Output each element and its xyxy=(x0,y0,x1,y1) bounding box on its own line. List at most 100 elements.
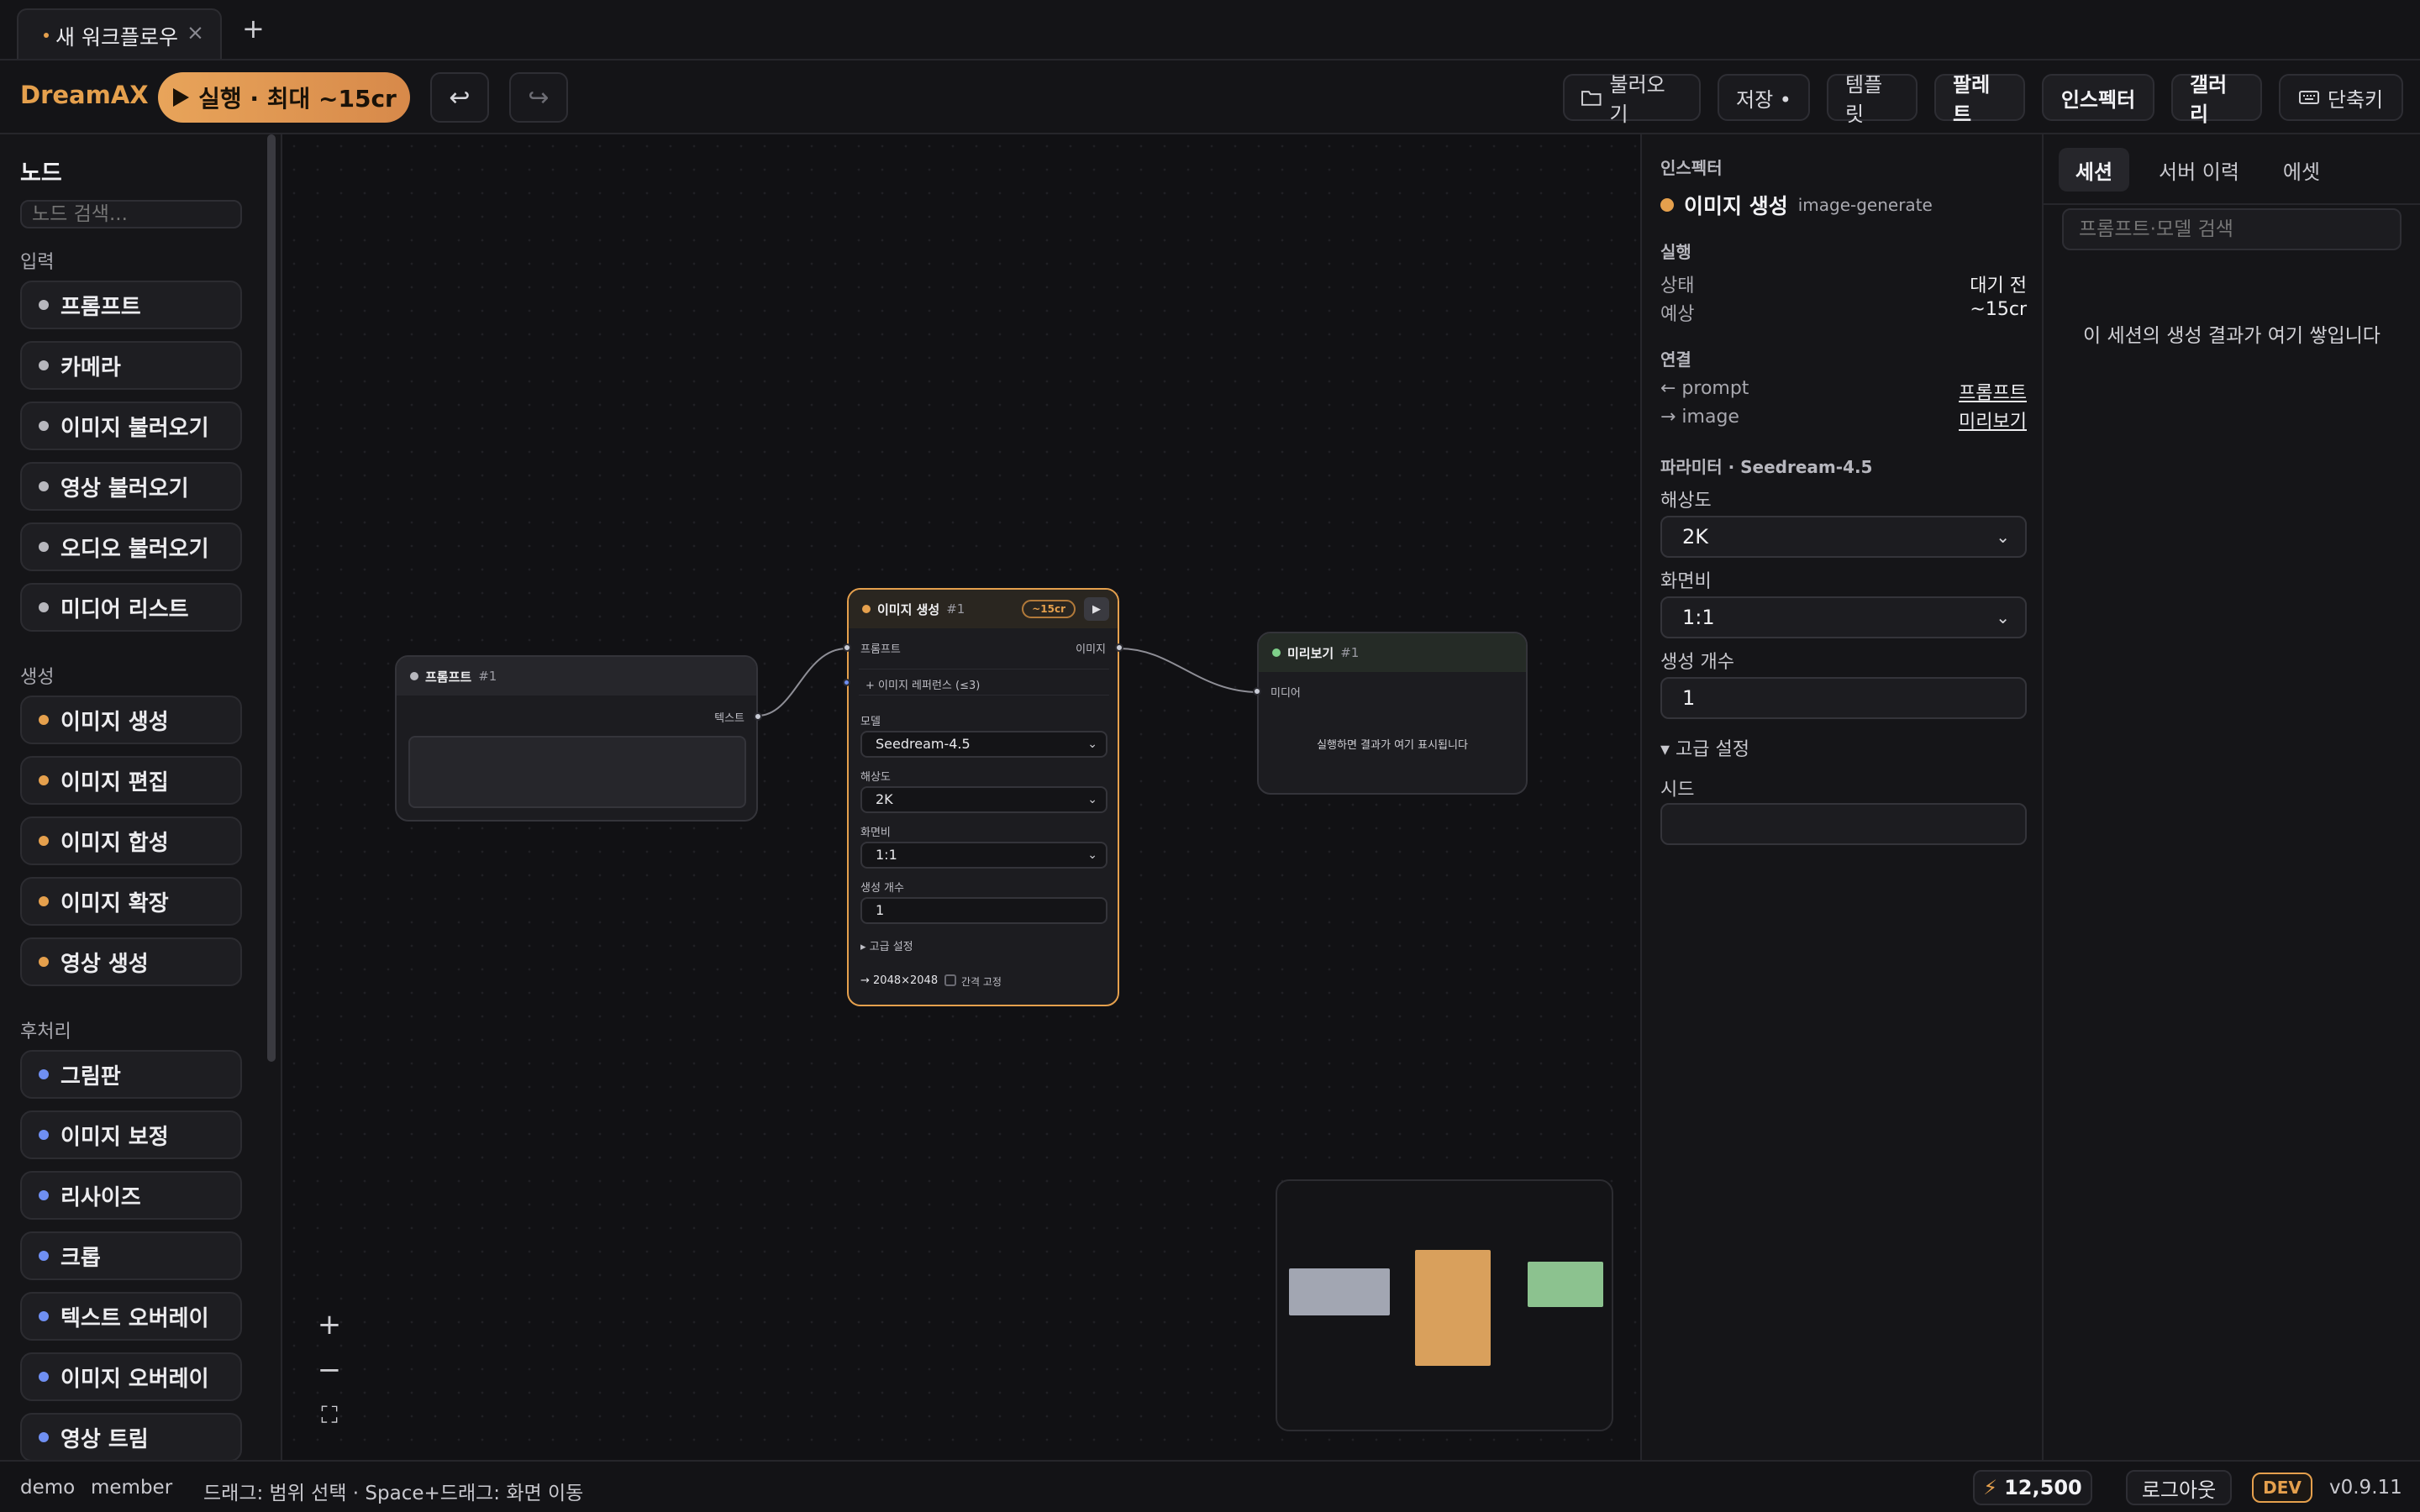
output-port-text[interactable] xyxy=(754,712,762,721)
preview-placeholder: 실행하면 결과가 여기 표시됩니다 xyxy=(1317,739,1468,752)
shortcuts-button[interactable]: 단축키 xyxy=(2279,74,2403,121)
sidebar-item-text-overlay[interactable]: 텍스트 오버레이 xyxy=(20,1292,242,1341)
palette-button[interactable]: 팔레트 xyxy=(1934,73,2025,126)
redo-button[interactable]: ↪ xyxy=(509,72,568,123)
chevron-down-icon: ⌄ xyxy=(1996,607,2010,627)
output-size: → 2048×2048 xyxy=(860,974,939,987)
zoom-out-button[interactable]: − xyxy=(301,1347,358,1393)
inspector-ratio-select[interactable]: 1:1 ⌄ xyxy=(1660,596,2027,638)
sidebar-item-crop[interactable]: 크롭 xyxy=(20,1231,242,1280)
fix-checkbox[interactable] xyxy=(944,974,956,986)
advanced-toggle[interactable]: ▸ 고급 설정 xyxy=(860,937,913,953)
zoom-in-button[interactable]: + xyxy=(301,1302,358,1347)
sidebar-item-video-trim[interactable]: 영상 트림 xyxy=(20,1413,242,1460)
workflow-canvas[interactable]: 프롬프트 #1 텍스트 이미지 생성 #1 ~15cr ▶ 프롬프트 이미지 +… xyxy=(282,134,1640,1460)
divider xyxy=(2044,203,2420,205)
sidebar-item-video-load[interactable]: 영상 불러오기 xyxy=(20,462,242,511)
play-icon xyxy=(173,88,190,107)
model-select[interactable]: Seedream-4.5 ⌄ xyxy=(860,731,1107,758)
node-preview-header[interactable]: 미리보기 #1 xyxy=(1259,633,1526,672)
minimap[interactable] xyxy=(1276,1179,1613,1431)
link-out-target[interactable]: 미리보기 xyxy=(1959,407,2027,433)
link-in-row: ← prompt 프롬프트 xyxy=(1660,378,2027,404)
node-run-button[interactable]: ▶ xyxy=(1084,597,1109,621)
status-row: 상태 대기 전 xyxy=(1660,276,2027,297)
sidebar-item-image-composite[interactable]: 이미지 합성 xyxy=(20,816,242,865)
input-port-media[interactable] xyxy=(1253,687,1261,696)
tab-assets[interactable]: 에셋 xyxy=(2264,148,2339,192)
undo-button[interactable]: ↩ xyxy=(430,72,489,123)
node-preview[interactable]: 미리보기 #1 미디어 실행하면 결과가 여기 표시됩니다 xyxy=(1253,632,1528,795)
save-button[interactable]: 저장 • xyxy=(1718,74,1810,121)
sidebar-item-image-edit[interactable]: 이미지 편집 xyxy=(20,756,242,805)
resolution-select[interactable]: 2K ⌄ xyxy=(860,786,1107,813)
node-dot-icon xyxy=(39,1372,49,1382)
node-dot-icon xyxy=(1272,648,1281,657)
link-in-target[interactable]: 프롬프트 xyxy=(1959,378,2027,405)
gallery-button[interactable]: 갤러리 xyxy=(2171,73,2262,126)
ref-row[interactable]: + 이미지 레퍼런스 (≤3) xyxy=(859,669,1109,696)
node-dot-icon xyxy=(39,542,49,552)
node-dot-icon xyxy=(862,605,871,613)
inspector-advanced-toggle[interactable]: ▾ 고급 설정 xyxy=(1660,734,1749,761)
tab-server-history[interactable]: 서버 이력 xyxy=(2144,148,2254,192)
node-generate-header[interactable]: 이미지 생성 #1 ~15cr ▶ xyxy=(849,590,1118,628)
add-tab-icon[interactable]: + xyxy=(242,15,265,42)
sidebar-item-image-adjust[interactable]: 이미지 보정 xyxy=(20,1110,242,1159)
node-prompt[interactable]: 프롬프트 #1 텍스트 xyxy=(395,655,762,822)
undo-icon: ↩ xyxy=(449,82,471,113)
sidebar-scrollbar[interactable] xyxy=(267,134,276,1062)
seed-input[interactable] xyxy=(1660,803,2027,845)
inspector-resolution-select[interactable]: 2K ⌄ xyxy=(1660,516,2027,558)
inspector-count-input[interactable]: 1 xyxy=(1660,677,2027,719)
sidebar-item-paint[interactable]: 그림판 xyxy=(20,1050,242,1099)
cost-badge: ~15cr xyxy=(1022,600,1076,618)
unsaved-dot xyxy=(44,33,49,38)
node-search-input[interactable] xyxy=(20,200,242,228)
run-label: 실행 · 최대 ~15cr xyxy=(198,85,397,113)
chevron-down-icon: ⌄ xyxy=(1996,527,2010,547)
logout-button[interactable]: 로그아웃 xyxy=(2126,1470,2232,1505)
sidebar-item-image-overlay[interactable]: 이미지 오버레이 xyxy=(20,1352,242,1401)
section-post-title: 후처리 xyxy=(20,1021,71,1042)
sidebar-item-image-generate[interactable]: 이미지 생성 xyxy=(20,696,242,744)
tab-workflow[interactable]: 새 워크플로우 × xyxy=(17,8,222,59)
input-port-prompt[interactable] xyxy=(843,643,851,652)
hint-text: 드래그: 범위 선택 · Space+드래그: 화면 이동 xyxy=(203,1483,584,1504)
load-button[interactable]: 불러오기 xyxy=(1563,73,1701,126)
template-button[interactable]: 템플릿 xyxy=(1827,73,1918,126)
version-text: v0.9.11 xyxy=(2329,1477,2402,1499)
sidebar-item-image-load[interactable]: 이미지 불러오기 xyxy=(20,402,242,450)
input-port-ref[interactable] xyxy=(843,679,850,686)
sidebar-item-image-expand[interactable]: 이미지 확장 xyxy=(20,877,242,926)
node-dot-icon xyxy=(39,1190,49,1200)
inspector-button[interactable]: 인스펙터 xyxy=(2042,74,2154,121)
node-image-generate[interactable]: 이미지 생성 #1 ~15cr ▶ 프롬프트 이미지 + 이미지 레퍼런스 (≤… xyxy=(843,588,1123,1006)
count-input[interactable]: 1 xyxy=(860,897,1107,924)
sidebar-item-prompt[interactable]: 프롬프트 xyxy=(20,281,242,329)
sidebar-item-audio-load[interactable]: 오디오 불러오기 xyxy=(20,522,242,571)
sidebar-item-media-list[interactable]: 미디어 리스트 xyxy=(20,583,242,632)
inspector-caption: 인스펙터 xyxy=(1660,158,1723,178)
close-icon[interactable]: × xyxy=(187,20,204,45)
node-prompt-header[interactable]: 프롬프트 #1 xyxy=(397,657,756,696)
sidebar-item-resize[interactable]: 리사이즈 xyxy=(20,1171,242,1220)
gallery-search-input[interactable] xyxy=(2062,208,2402,250)
output-port-image[interactable] xyxy=(1115,643,1123,652)
edge-generate-preview xyxy=(1118,648,1260,693)
canvas-controls: + − ⛶ xyxy=(301,1302,358,1438)
sidebar-item-camera[interactable]: 카메라 xyxy=(20,341,242,390)
tab-bar: 새 워크플로우 × + xyxy=(0,0,2420,60)
minimap-node-generate xyxy=(1415,1250,1491,1366)
status-bar: demo member 드래그: 범위 선택 · Space+드래그: 화면 이… xyxy=(0,1460,2420,1512)
bolt-icon: ⚡ xyxy=(1983,1476,1998,1499)
fit-view-button[interactable]: ⛶ xyxy=(301,1393,358,1438)
run-button[interactable]: 실행 · 최대 ~15cr xyxy=(158,72,410,123)
ratio-select[interactable]: 1:1 ⌄ xyxy=(860,842,1107,869)
sidebar-item-video-generate[interactable]: 영상 생성 xyxy=(20,937,242,986)
node-dot-icon xyxy=(39,715,49,725)
prompt-textarea[interactable] xyxy=(408,736,746,808)
node-sidebar: 노드 입력 프롬프트 카메라 이미지 불러오기 영상 불러오기 오디오 불러오기… xyxy=(0,134,282,1460)
app-logo: DreamAX xyxy=(20,81,149,109)
tab-session[interactable]: 세션 xyxy=(2059,148,2129,192)
